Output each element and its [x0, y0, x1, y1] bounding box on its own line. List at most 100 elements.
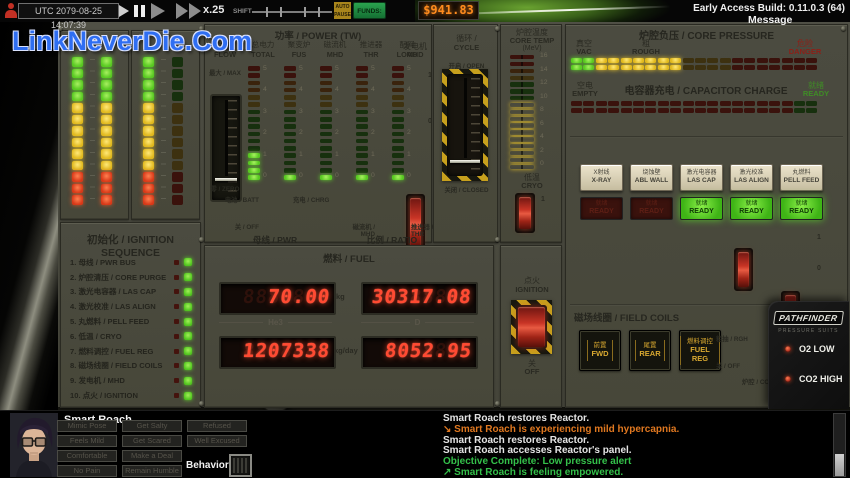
ready-label-en: READY	[639, 208, 664, 216]
timeline-tick[interactable]	[280, 7, 282, 17]
cycle-slider-handle[interactable]	[450, 160, 480, 163]
step-alert-led	[174, 319, 179, 324]
log-scrollbar[interactable]	[833, 413, 846, 477]
button-abl-wall[interactable]: 烧蚀壁ABL WALL	[630, 164, 673, 191]
social-action-button[interactable]: Mimic Pose	[57, 420, 117, 432]
scale-tick: 8	[540, 107, 548, 114]
danger-label-en: DANGER	[784, 47, 826, 56]
reactor-console: (%) (%) 初始化 / IGNITION SEQUENCE 1. 母线 / …	[0, 22, 850, 410]
funds-button[interactable]: FUNDS:	[353, 2, 386, 19]
ignition-switch[interactable]	[516, 305, 547, 349]
button-x-ray[interactable]: X射线X-RAY	[580, 164, 623, 191]
timeline-tick[interactable]	[304, 7, 306, 17]
timeline-tick[interactable]	[266, 7, 268, 17]
social-action-button[interactable]: Remain Humble	[122, 465, 182, 477]
button-label-en: LAS ALIGN	[734, 177, 769, 185]
led	[101, 103, 112, 113]
step-ready-led	[184, 332, 192, 340]
behavior-selector[interactable]	[229, 454, 252, 477]
ready-label-en: READY	[800, 89, 832, 98]
scale-tick: 3	[407, 109, 411, 116]
pathfinder-monitor: PATHFINDER PRESSURE SUITS O2 LOW CO2 HIG…	[768, 301, 849, 409]
ignition-step-label: 9. 发电机 / MHD	[70, 375, 169, 386]
led	[695, 101, 706, 106]
social-action-button[interactable]: Get Scared	[122, 435, 182, 447]
play-button[interactable]	[119, 5, 129, 17]
crew-alert-icon[interactable]	[5, 3, 17, 19]
screw	[841, 26, 846, 31]
flow-slider-handle[interactable]	[215, 178, 237, 181]
button-label-cn: 激光校准	[739, 170, 763, 177]
led-stack	[392, 66, 404, 180]
channel-label-en: FUS	[281, 50, 317, 63]
led	[143, 138, 154, 148]
las-align-switch[interactable]	[734, 248, 753, 291]
led	[794, 101, 805, 106]
led	[633, 101, 644, 106]
gauge-panel-1: (%)	[60, 30, 129, 220]
shift-timeline-slider[interactable]	[252, 11, 332, 13]
led	[284, 124, 296, 129]
led	[101, 172, 112, 182]
social-action-button[interactable]: Comfortable	[57, 450, 117, 462]
led	[248, 139, 260, 144]
switch-on-mark: 1	[817, 234, 821, 241]
cycle-label-en: CYCLE	[434, 43, 499, 52]
timeline-tick[interactable]	[318, 7, 320, 17]
cryo-switch[interactable]	[515, 193, 535, 233]
bargraph-scale: 543210	[335, 66, 339, 180]
channel-label-cn: 聚变炉	[281, 39, 317, 50]
social-action-button[interactable]: Well Excused	[187, 435, 247, 447]
led	[392, 66, 404, 71]
log-scrollbar-thumb[interactable]	[835, 454, 844, 476]
ignition-step: 6. 低温 / CRYO	[70, 329, 192, 344]
led	[172, 172, 183, 182]
fastest-forward-button[interactable]	[176, 3, 202, 19]
scale-tick: 10	[540, 94, 548, 101]
utc-clock: UTC 2079-08-25 14:07:39	[18, 3, 119, 19]
field-coil-button-fwd[interactable]: 前置FWD	[579, 330, 621, 371]
social-action-button[interactable]: Get Salty	[122, 420, 182, 432]
led	[670, 101, 681, 106]
led	[143, 69, 154, 79]
channel-label-en: MHD	[317, 50, 353, 63]
ready-label-en: READY	[789, 208, 814, 216]
led	[356, 88, 368, 93]
led	[583, 58, 594, 63]
event-log: Smart Roach restores Reactor.↘ Smart Roa…	[443, 414, 828, 478]
field-coil-button-rear[interactable]: 尾置REAR	[629, 330, 671, 371]
scale-tick: 0	[335, 173, 339, 180]
fast-forward-button[interactable]	[151, 3, 165, 19]
log-line: ↘ Smart Roach is experiencing mild hyper…	[443, 425, 828, 436]
bus-off-label: 关 / OFF	[221, 222, 259, 231]
led	[320, 117, 332, 122]
button-las-align[interactable]: 激光校准LAS ALIGN	[730, 164, 773, 191]
button-pell-feed[interactable]: 丸燃料PELL FEED	[780, 164, 823, 191]
pause-button[interactable]	[134, 5, 145, 17]
scale-tick: 2	[299, 130, 303, 137]
scale-tick: 4	[371, 87, 375, 94]
social-action-button[interactable]: Make a Deal	[122, 450, 182, 462]
social-action-button[interactable]: No Pain	[57, 465, 117, 477]
pathfinder-logo: PATHFINDER	[773, 311, 843, 325]
button-las-cap[interactable]: 激光电容器LAS CAP	[680, 164, 723, 191]
led	[143, 184, 154, 194]
led	[320, 175, 332, 180]
led	[356, 175, 368, 180]
ignition-switch-panel: 点火 IGNITION 关 OFF	[500, 245, 562, 408]
ignition-sequence-panel: 初始化 / IGNITION SEQUENCE 1. 母线 / PWR BUS2…	[60, 222, 201, 408]
scale-tick: 3	[335, 109, 339, 116]
led	[633, 58, 644, 63]
crew-portrait[interactable]	[10, 413, 58, 477]
step-ready-led	[184, 392, 192, 400]
social-action-button[interactable]: Feels Mild	[57, 435, 117, 447]
social-action-button[interactable]: Refused	[187, 420, 247, 432]
field-coil-button-fuel-reg[interactable]: 燃料调控FUEL REG	[679, 330, 721, 371]
cycle-slider[interactable]	[447, 74, 483, 176]
led	[143, 195, 154, 205]
step-alert-led	[174, 363, 179, 368]
led	[248, 153, 260, 158]
auto-pause-toggle[interactable]: AUTO PAUSE	[334, 2, 351, 19]
bargraph-scale: 543210	[371, 66, 375, 180]
led	[596, 108, 607, 113]
